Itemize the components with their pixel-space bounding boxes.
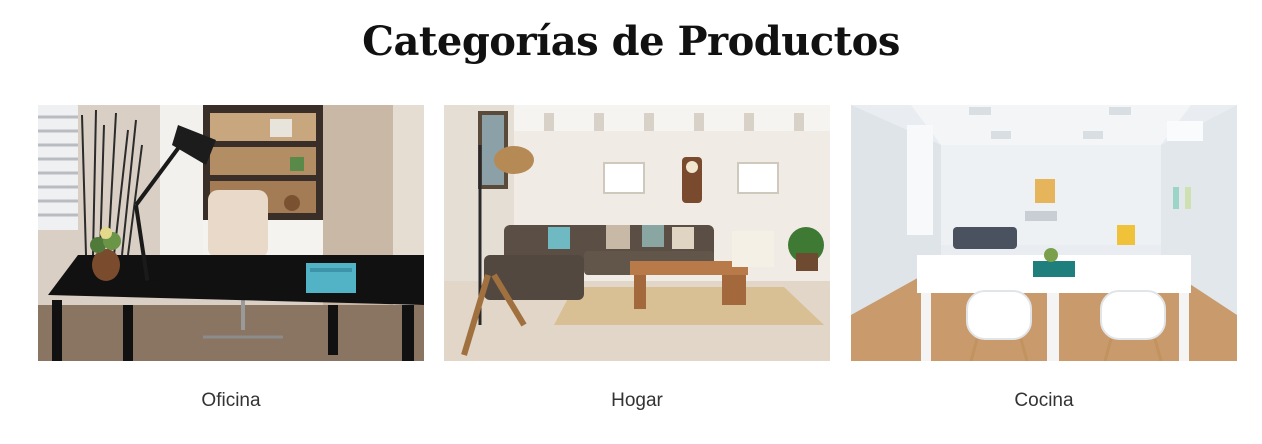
category-card-hogar[interactable]: Hogar xyxy=(444,105,830,411)
living-room-photo xyxy=(444,105,830,361)
category-image-cocina[interactable] xyxy=(851,105,1237,361)
category-label-hogar[interactable]: Hogar xyxy=(444,390,830,412)
section-title: Categorías de Productos xyxy=(362,18,900,65)
category-label-cocina[interactable]: Cocina xyxy=(851,390,1237,412)
category-image-hogar[interactable] xyxy=(444,105,830,361)
category-card-oficina[interactable]: Oficina xyxy=(38,105,424,411)
category-label-oficina[interactable]: Oficina xyxy=(38,390,424,412)
category-card-cocina[interactable]: Cocina xyxy=(851,105,1237,411)
office-photo xyxy=(38,105,424,361)
dining-room-photo xyxy=(851,105,1237,361)
category-image-oficina[interactable] xyxy=(38,105,424,361)
